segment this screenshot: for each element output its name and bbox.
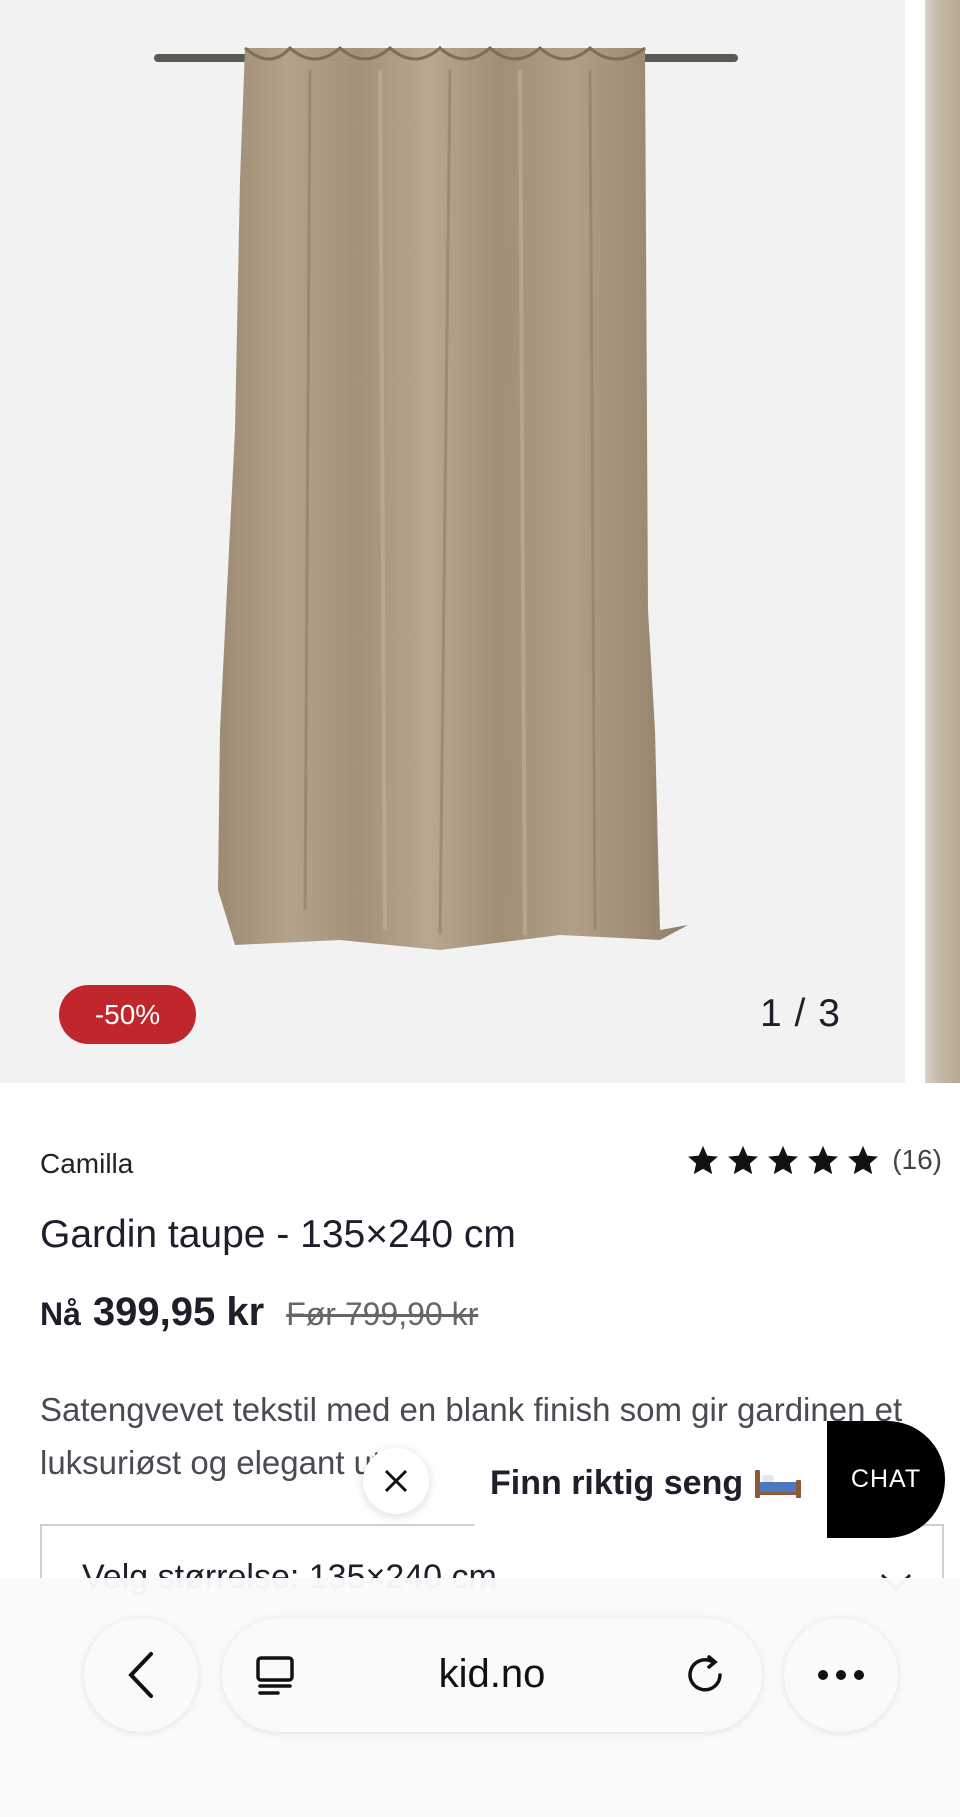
chevron-left-icon [128, 1652, 153, 1698]
star-icon [728, 1145, 759, 1175]
star-icon [688, 1145, 719, 1175]
discount-badge: -50% [59, 985, 196, 1044]
brand-name[interactable]: Camilla [40, 1148, 133, 1180]
rating-count: (16) [892, 1144, 942, 1175]
browser-toolbar: kid.no [0, 1578, 960, 1817]
star-icon [808, 1145, 839, 1175]
product-rating[interactable]: (16) [686, 1143, 942, 1177]
back-button[interactable] [84, 1618, 198, 1732]
gallery-slide-next-peek[interactable] [925, 0, 960, 1083]
price-current: 399,95 kr [92, 1290, 265, 1334]
promo-close-button[interactable] [363, 1448, 429, 1514]
more-dots-icon [818, 1670, 864, 1680]
product-title: Gardin taupe - 135×240 cm [40, 1213, 516, 1256]
promo-text: Finn riktig seng [490, 1463, 744, 1502]
product-gallery[interactable]: -50% 1 / 3 [0, 0, 960, 1083]
reload-icon[interactable] [682, 1652, 728, 1698]
chat-button[interactable]: CHAT [827, 1421, 945, 1538]
price-now-label: Nå [40, 1296, 81, 1332]
close-icon [384, 1469, 408, 1493]
gallery-counter: 1 / 3 [760, 992, 841, 1035]
product-page: -50% 1 / 3 Camilla (16) Gardin taupe - 1… [0, 0, 960, 1817]
star-icon [768, 1145, 799, 1175]
bed-icon [755, 1470, 802, 1498]
promo-find-bed[interactable]: Finn riktig seng [455, 1428, 845, 1538]
address-bar[interactable]: kid.no [222, 1618, 762, 1732]
address-text: kid.no [438, 1652, 546, 1696]
more-options-button[interactable] [784, 1618, 898, 1732]
star-icon [848, 1145, 879, 1175]
price-original: Før 799,90 kr [286, 1296, 479, 1332]
gallery-slide-main[interactable]: -50% 1 / 3 [0, 0, 905, 1083]
curtain-image [154, 45, 738, 950]
price-row: Nå 399,95 kr Før 799,90 kr [40, 1290, 478, 1335]
